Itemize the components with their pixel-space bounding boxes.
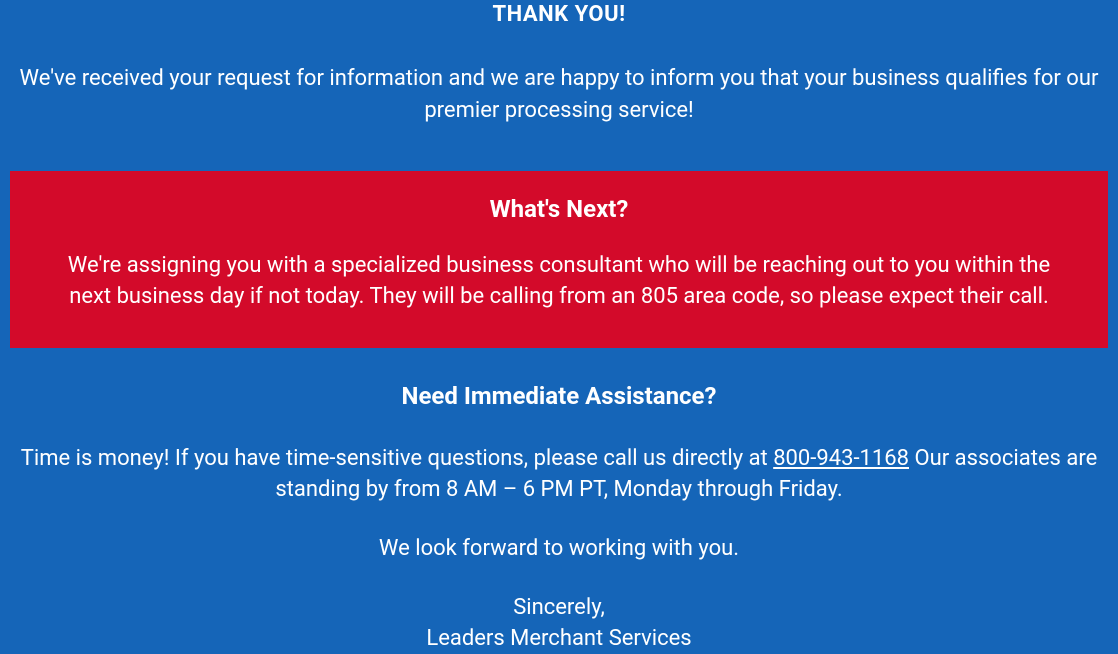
whats-next-section: What's Next? We're assigning you with a … xyxy=(10,171,1108,349)
phone-link[interactable]: 800-943-1168 xyxy=(773,446,909,471)
thank-you-heading: THANK YOU! xyxy=(10,2,1108,27)
whats-next-heading: What's Next? xyxy=(58,195,1060,223)
signature-line-2: Leaders Merchant Services xyxy=(426,626,691,651)
intro-paragraph: We've received your request for informat… xyxy=(10,63,1108,127)
signature-line-1: Sincerely, xyxy=(513,595,605,620)
assistance-heading: Need Immediate Assistance? xyxy=(10,382,1108,410)
closing-text: We look forward to working with you. xyxy=(10,534,1108,565)
signature: Sincerely, Leaders Merchant Services xyxy=(10,593,1108,654)
assistance-text-before: Time is money! If you have time-sensitiv… xyxy=(21,446,773,471)
assistance-body: Time is money! If you have time-sensitiv… xyxy=(10,444,1108,506)
whats-next-body: We're assigning you with a specialized b… xyxy=(58,251,1060,313)
